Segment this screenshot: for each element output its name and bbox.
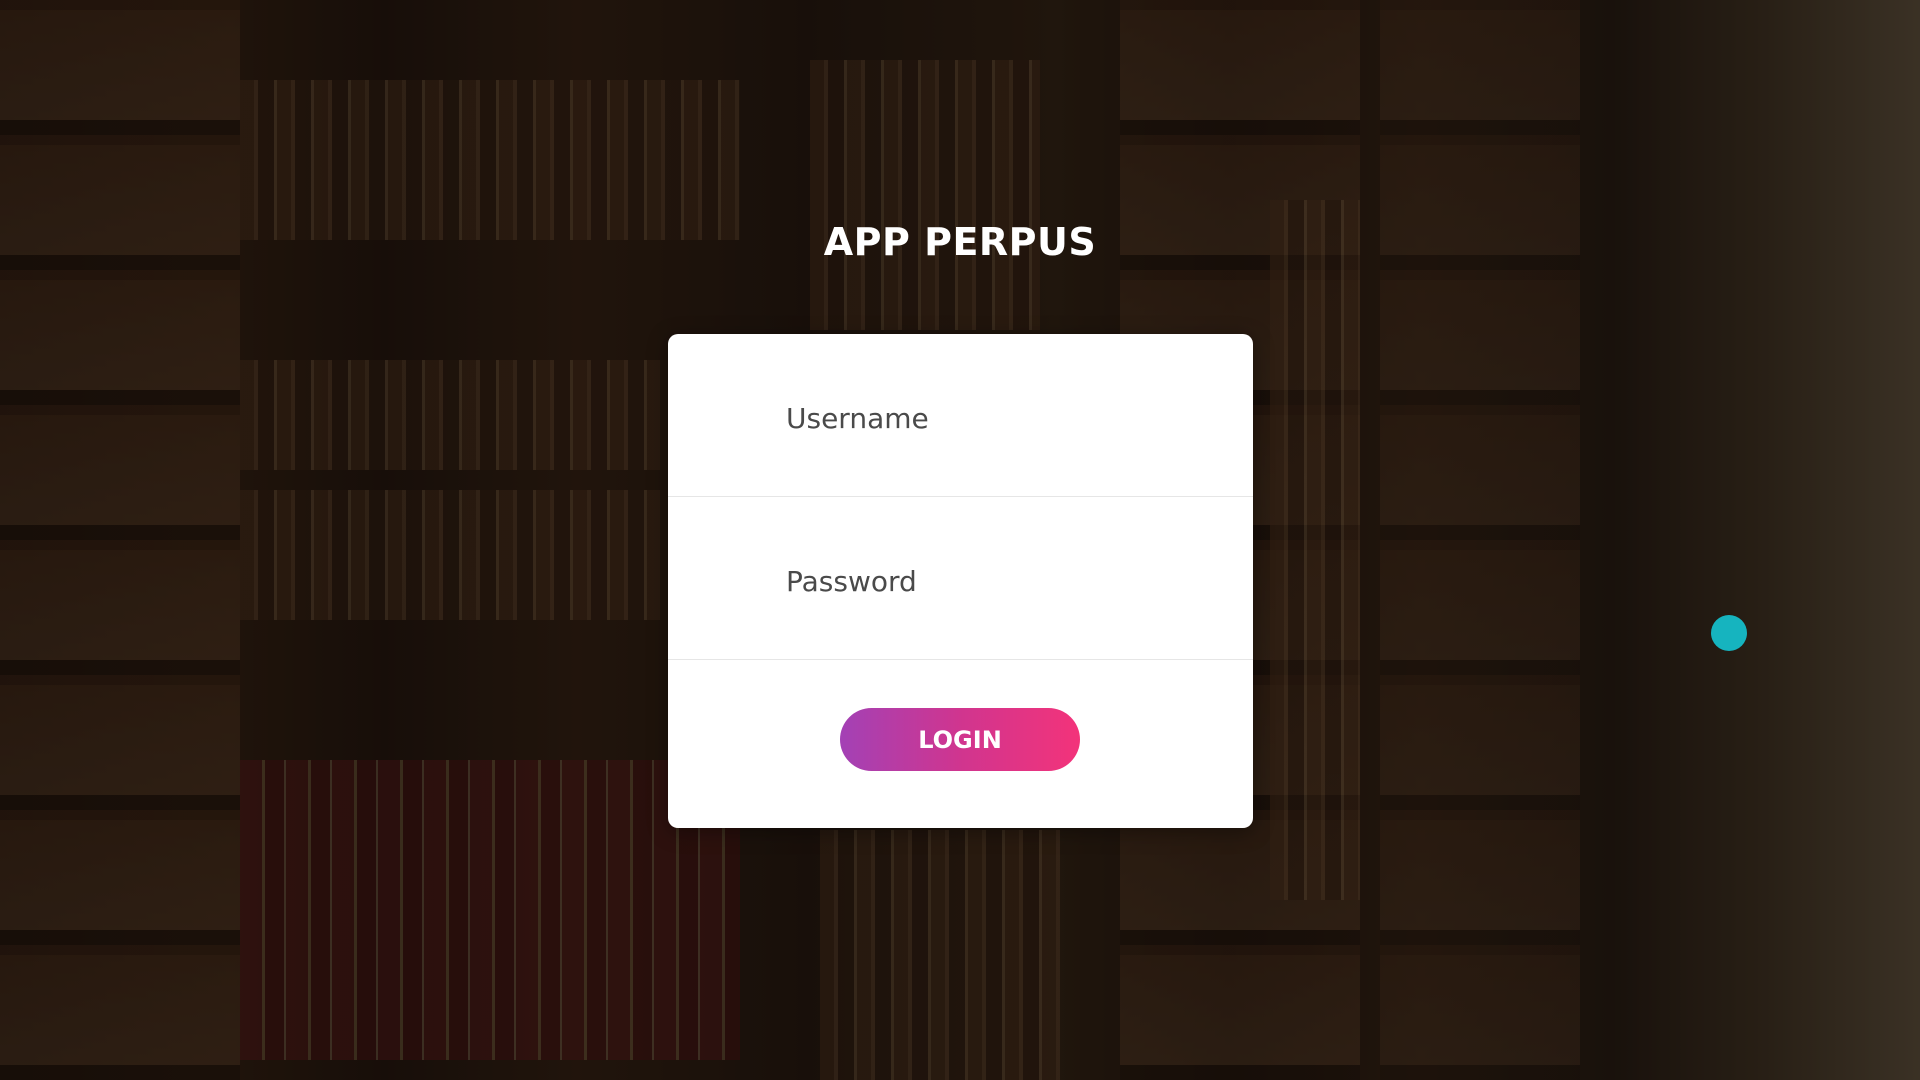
username-field-row (668, 334, 1253, 497)
password-input[interactable] (786, 561, 1186, 601)
login-button-row: LOGIN (668, 660, 1253, 826)
login-button[interactable]: LOGIN (840, 708, 1080, 771)
password-field-row (668, 497, 1253, 660)
username-input[interactable] (786, 398, 1186, 438)
login-card: LOGIN (668, 334, 1253, 828)
cursor-indicator (1711, 615, 1747, 651)
app-title: APP PERPUS (823, 220, 1097, 264)
